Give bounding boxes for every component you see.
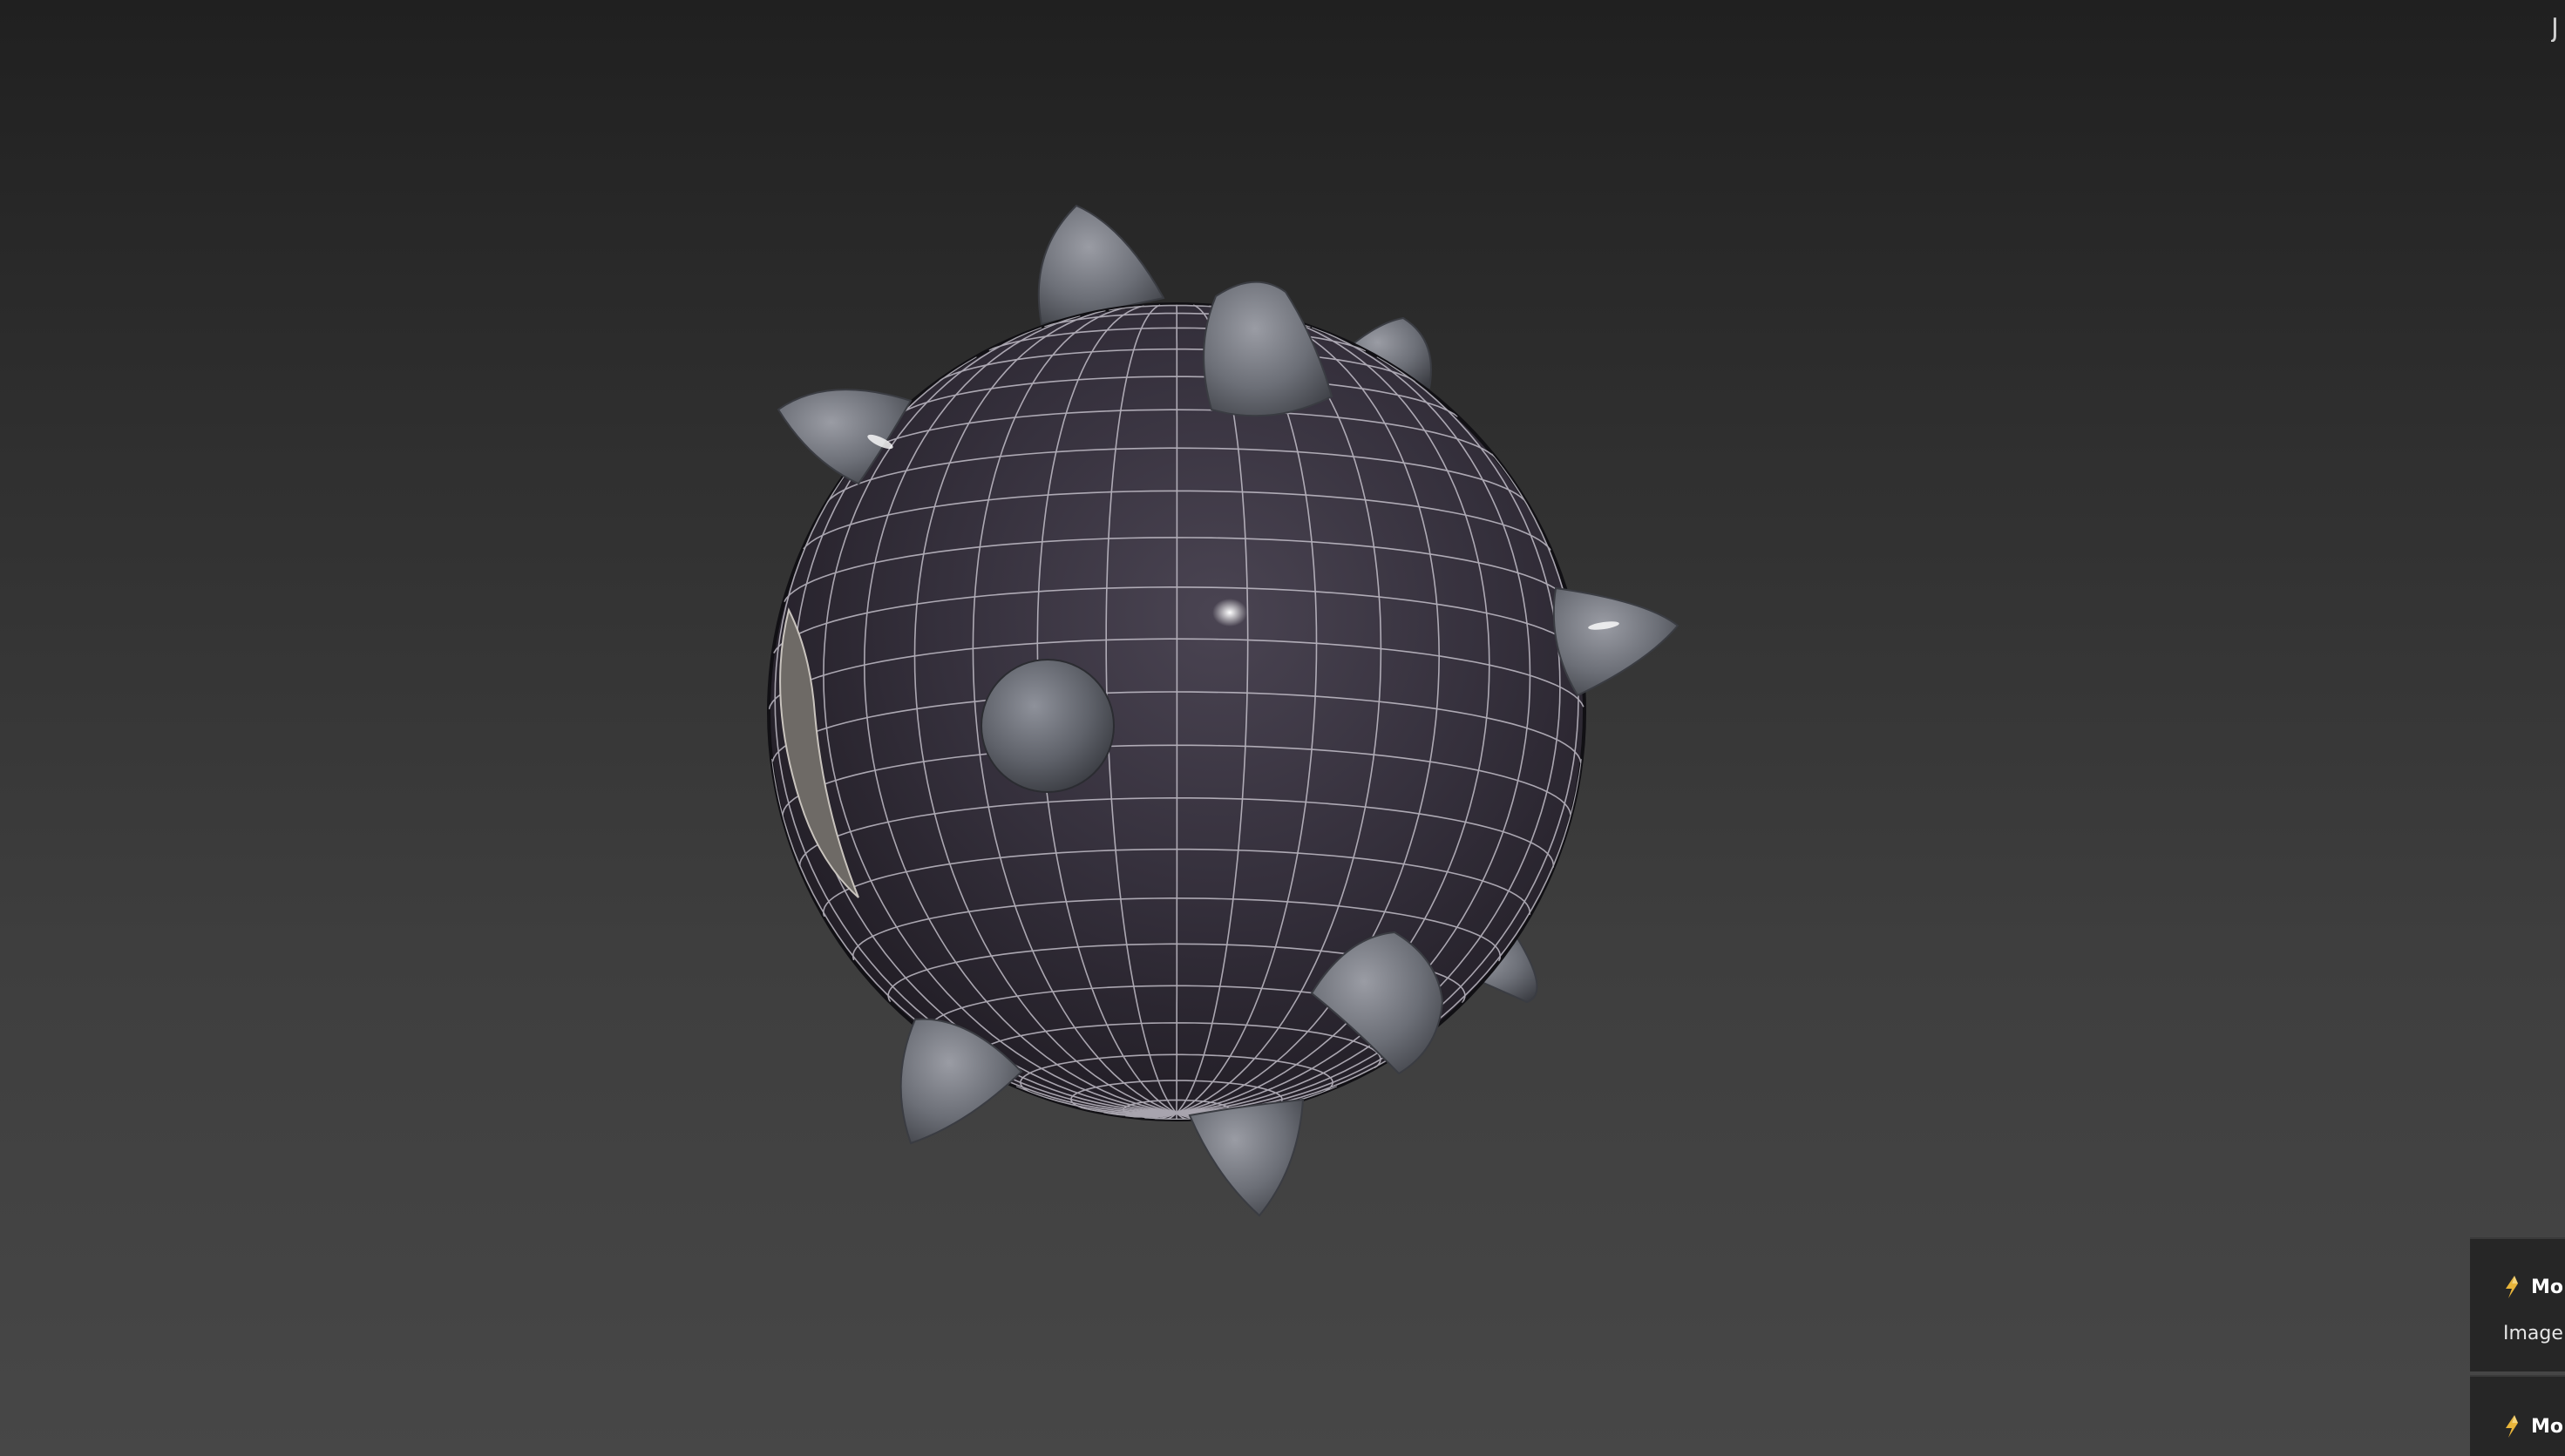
notification-toast[interactable]: Mo (2470, 1375, 2565, 1456)
lightning-bolt-icon (2506, 1415, 2518, 1438)
notification-title: Mo (2531, 1276, 2564, 1298)
notification-header: Mo (2503, 1415, 2563, 1438)
notification-stack: Mo Image c Mo (2470, 1237, 2565, 1456)
spike-top-center (1203, 281, 1333, 417)
notification-message: Image c (2503, 1323, 2565, 1344)
specular-highlight-main (1212, 599, 1247, 626)
sphere-knob (981, 659, 1115, 793)
spike-right (1552, 586, 1679, 697)
notification-header: Mo (2503, 1276, 2563, 1298)
notification-title: Mo (2531, 1415, 2564, 1438)
spike-bottom-center (1188, 1098, 1305, 1217)
notification-toast[interactable]: Mo Image c (2470, 1237, 2565, 1371)
scene-canvas[interactable] (0, 0, 2565, 1456)
lightning-bolt-icon (2506, 1276, 2518, 1298)
3d-viewport[interactable]: J Mo Image Mo (0, 0, 2565, 1456)
